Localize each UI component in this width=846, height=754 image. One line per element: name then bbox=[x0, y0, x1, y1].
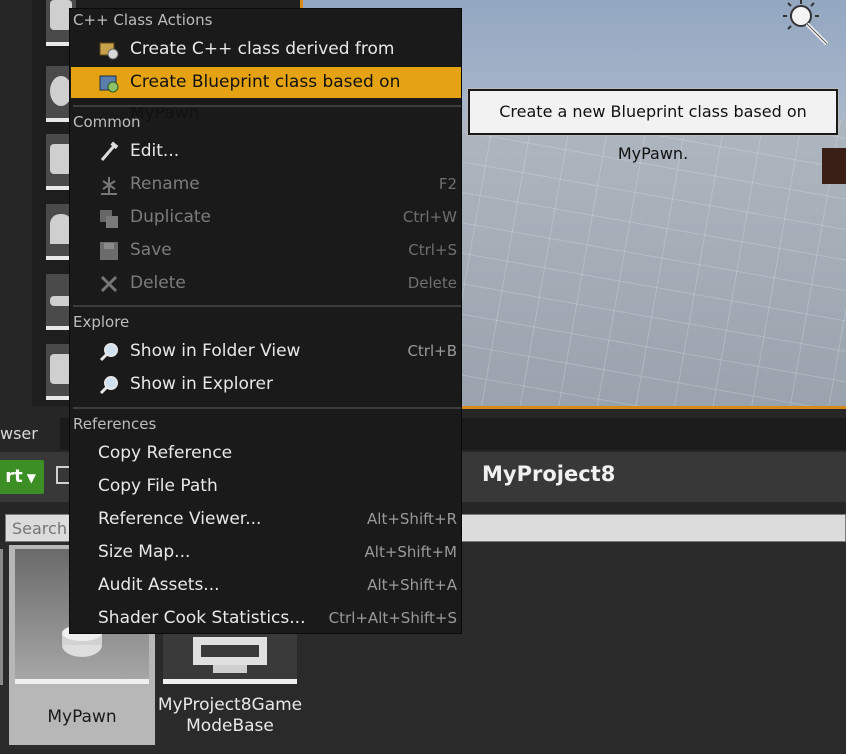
blueprint-class-icon bbox=[99, 75, 119, 93]
menu-item-size-map[interactable]: Size Map... Alt+Shift+M bbox=[71, 537, 461, 568]
menu-item-label: Copy Reference bbox=[98, 443, 233, 463]
menu-item-label: Size Map... bbox=[98, 542, 191, 562]
menu-item-label: Copy File Path bbox=[98, 476, 218, 496]
menu-item-show-in-folder-view[interactable]: Show in Folder View Ctrl+B bbox=[71, 336, 461, 367]
menu-separator bbox=[73, 305, 461, 307]
menu-item-shortcut: Alt+Shift+R bbox=[367, 510, 457, 528]
menu-separator bbox=[73, 407, 461, 409]
menu-item-shortcut: Ctrl+W bbox=[402, 208, 457, 226]
save-icon bbox=[100, 242, 118, 260]
menu-item-save[interactable]: Save Ctrl+S bbox=[71, 235, 461, 266]
menu-item-shortcut: Alt+Shift+M bbox=[364, 543, 457, 561]
menu-item-copy-file-path[interactable]: Copy File Path bbox=[71, 471, 461, 502]
folder-path-label[interactable]: MyProject8 bbox=[482, 462, 615, 486]
asset-name-line1: MyProject8Game bbox=[157, 695, 303, 715]
asset-type-bar bbox=[15, 679, 149, 684]
menu-item-audit-assets[interactable]: Audit Assets... Alt+Shift+A bbox=[71, 570, 461, 601]
menu-section-explore: Explore bbox=[73, 313, 130, 331]
menu-item-label: Create Blueprint class based on MyPawn bbox=[130, 72, 401, 123]
viewport-actor-cube[interactable] bbox=[822, 148, 846, 184]
cpp-class-icon bbox=[99, 42, 119, 60]
context-menu: C++ Class Actions Create C++ class deriv… bbox=[69, 8, 462, 634]
menu-item-label: Shader Cook Statistics... bbox=[98, 608, 306, 628]
menu-item-label: Rename bbox=[130, 174, 200, 194]
menu-section-common: Common bbox=[73, 113, 141, 131]
menu-item-create-cpp-class[interactable]: Create C++ class derived from MyPawn bbox=[71, 34, 461, 90]
menu-item-label: Save bbox=[130, 240, 172, 260]
magnifier-icon bbox=[99, 343, 118, 362]
menu-item-label: Duplicate bbox=[130, 207, 211, 227]
menu-item-shortcut: Alt+Shift+A bbox=[367, 576, 457, 594]
tab-label: wser bbox=[0, 424, 38, 443]
asset-tile-partial[interactable] bbox=[0, 549, 3, 685]
menu-item-shortcut: Ctrl+Alt+Shift+S bbox=[328, 609, 457, 627]
menu-item-label: Edit... bbox=[130, 141, 180, 161]
tab-content-browser[interactable]: wser bbox=[0, 418, 60, 450]
asset-name: MyProject8Game ModeBase bbox=[157, 695, 303, 737]
menu-item-shortcut: Ctrl+B bbox=[407, 342, 457, 360]
menu-item-label: Audit Assets... bbox=[98, 575, 220, 595]
edit-icon bbox=[100, 141, 119, 161]
menu-item-delete[interactable]: Delete Delete bbox=[71, 268, 461, 299]
menu-item-shortcut: Ctrl+S bbox=[408, 241, 457, 259]
menu-section-cpp-class-actions: C++ Class Actions bbox=[73, 11, 213, 29]
menu-section-references: References bbox=[73, 415, 157, 433]
menu-item-copy-reference[interactable]: Copy Reference bbox=[71, 438, 461, 469]
menu-item-show-in-explorer[interactable]: Show in Explorer bbox=[71, 369, 461, 400]
asset-name: MyPawn bbox=[47, 707, 117, 727]
chevron-down-icon: ▼ bbox=[26, 471, 36, 485]
menu-item-reference-viewer[interactable]: Reference Viewer... Alt+Shift+R bbox=[71, 504, 461, 535]
menu-item-label: Show in Folder View bbox=[130, 341, 301, 361]
menu-item-shader-cook-statistics[interactable]: Shader Cook Statistics... Ctrl+Alt+Shift… bbox=[71, 603, 461, 634]
delete-icon bbox=[100, 275, 118, 293]
menu-item-rename[interactable]: Rename F2 bbox=[71, 169, 461, 200]
asset-type-bar bbox=[163, 679, 297, 684]
menu-item-label: Delete bbox=[130, 273, 186, 293]
magnifier-icon bbox=[99, 376, 118, 395]
rename-icon bbox=[101, 177, 117, 195]
asset-name-line2: ModeBase bbox=[186, 716, 274, 736]
add-button-label: rt bbox=[5, 466, 23, 487]
directional-light-icon[interactable] bbox=[783, 0, 829, 46]
menu-item-shortcut: Delete bbox=[407, 274, 457, 292]
add-import-button[interactable]: rt ▼ bbox=[0, 460, 44, 494]
duplicate-icon bbox=[100, 210, 118, 228]
menu-separator bbox=[73, 105, 461, 107]
menu-item-edit[interactable]: Edit... bbox=[71, 136, 461, 167]
menu-item-create-blueprint-class[interactable]: Create Blueprint class based on MyPawn bbox=[71, 67, 461, 123]
menu-item-duplicate[interactable]: Duplicate Ctrl+W bbox=[71, 202, 461, 233]
tooltip: Create a new Blueprint class based on My… bbox=[467, 88, 839, 163]
menu-item-label: Show in Explorer bbox=[130, 374, 273, 394]
menu-item-label: Reference Viewer... bbox=[98, 509, 262, 529]
menu-item-shortcut: F2 bbox=[438, 175, 457, 193]
